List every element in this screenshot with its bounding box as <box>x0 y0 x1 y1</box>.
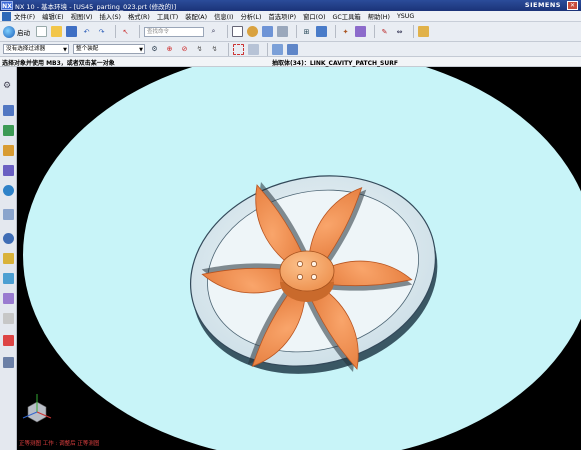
toolbar-separator <box>115 25 116 38</box>
render-style-icon[interactable] <box>247 26 258 37</box>
cue-line: 选择对象并使用 MB3，或者双击某一对象 抽取体(34)：LINK_CAVITY… <box>0 57 581 67</box>
toolbar-separator <box>227 25 228 38</box>
close-icon[interactable]: ✕ <box>567 1 578 10</box>
selection-toolbar: 没有选择过滤器 ▼ 整个装配 ▼ ⚙ ⊕ ⊘ ↯ ↯ <box>0 42 581 57</box>
system-materials-icon[interactable] <box>3 233 14 244</box>
toolbar-separator <box>374 25 375 38</box>
menu-assemblies[interactable]: 装配(A) <box>185 12 207 21</box>
toolbar-separator <box>267 42 268 56</box>
dimension-icon[interactable]: ⇔ <box>394 26 405 37</box>
start-icon <box>3 25 15 38</box>
menu-file[interactable]: 文件(F) <box>14 12 35 21</box>
roles-list-icon[interactable] <box>3 293 14 304</box>
status-text: 抽取体(34)：LINK_CAVITY_PATCH_SURF <box>272 60 398 67</box>
shaded-box-icon[interactable] <box>277 26 288 37</box>
toolbar-separator <box>335 25 336 38</box>
selection-scope-value: 整个装配 <box>76 46 99 52</box>
component-select-icon[interactable] <box>287 43 298 55</box>
analysis-icon[interactable] <box>355 26 366 37</box>
wcs-triad-icon <box>22 394 52 423</box>
menu-edit[interactable]: 编辑(E) <box>42 12 64 21</box>
menu-insert[interactable]: 插入(S) <box>99 12 121 21</box>
menu-analysis[interactable]: 分析(L) <box>240 12 261 21</box>
assembly-navigator-icon[interactable] <box>3 125 14 136</box>
roles-icon[interactable]: ⚙ <box>3 81 14 92</box>
undo-icon[interactable]: ↶ <box>81 26 92 37</box>
filter-settings-icon[interactable]: ⚙ <box>149 44 160 55</box>
command-finder-input[interactable]: 查找命令 <box>144 26 204 37</box>
save-icon[interactable] <box>66 26 77 37</box>
part-navigator-icon[interactable] <box>3 105 14 116</box>
menu-view[interactable]: 视图(V) <box>71 12 93 21</box>
brand-logo: SIEMENS <box>524 1 561 9</box>
selection-scope-select[interactable]: 整个装配 ▼ <box>73 44 145 54</box>
resource-bar: ⚙ <box>0 67 17 450</box>
new-file-icon[interactable] <box>36 26 47 37</box>
menu-preferences[interactable]: 首选项(P) <box>268 12 296 21</box>
layout-grid-icon[interactable] <box>232 26 243 37</box>
redo-icon[interactable]: ↷ <box>96 26 107 37</box>
hub-hole <box>297 274 303 280</box>
prompt-text: 选择对象并使用 MB3，或者双击某一对象 <box>2 60 115 67</box>
manufacturing-wizards-icon[interactable] <box>3 273 14 284</box>
start-label: 启动 <box>17 28 30 37</box>
toolbar-separator <box>413 25 414 38</box>
menu-bar: 文件(F) 编辑(E) 视图(V) 插入(S) 格式(R) 工具(T) 装配(A… <box>0 11 581 22</box>
hub-hole <box>311 261 317 267</box>
measure-icon[interactable]: ✦ <box>340 26 351 37</box>
orient-icon[interactable] <box>316 26 327 37</box>
ruler-icon[interactable] <box>418 26 429 37</box>
deselect-icon[interactable]: ⊘ <box>179 44 190 55</box>
menu-help[interactable]: 帮助(H) <box>368 12 390 21</box>
hub-hole <box>297 261 303 267</box>
chevron-down-icon: ▼ <box>63 47 67 53</box>
view-cube-icon[interactable] <box>262 26 273 37</box>
point-icon[interactable]: ✎ <box>379 26 390 37</box>
search-icon[interactable]: ⌕ <box>208 26 219 37</box>
toolbar-separator <box>139 25 140 38</box>
type-filter-value: 没有选择过滤器 <box>6 46 46 52</box>
snap-end-icon[interactable]: ↯ <box>209 44 220 55</box>
start-button[interactable]: 启动 <box>3 25 30 38</box>
menu-gc-toolkit[interactable]: GC工具箱 <box>333 12 361 21</box>
menu-tools[interactable]: 工具(T) <box>157 12 178 21</box>
chevron-down-icon: ▼ <box>139 47 143 53</box>
toolbar-separator <box>228 42 229 56</box>
nx-logo: NX <box>1 1 13 10</box>
snap-point-icon[interactable]: ↯ <box>194 44 205 55</box>
palette-icon[interactable] <box>3 335 14 346</box>
title-bar: NX NX 10 - 基本环境 - [US45_parting_023.prt … <box>0 0 581 11</box>
window-title: NX 10 - 基本环境 - [US45_parting_023.prt (修改… <box>15 2 177 11</box>
toolbar-separator <box>296 25 297 38</box>
view-orientation-label: 正等测图 工作 : 调整后 正等测图 <box>19 441 100 447</box>
select-plus-icon[interactable]: ⊕ <box>164 44 175 55</box>
model-view[interactable] <box>17 67 581 450</box>
open-folder-icon[interactable] <box>51 26 62 37</box>
process-studio-icon[interactable] <box>3 253 14 264</box>
history-icon[interactable] <box>3 209 14 220</box>
body-select-icon[interactable] <box>248 43 259 55</box>
system-scenes-icon[interactable] <box>3 313 14 324</box>
snap-icon[interactable]: ⊞ <box>301 26 312 37</box>
constraint-navigator-icon[interactable] <box>3 145 14 156</box>
graphics-window[interactable]: 正等测图 工作 : 调整后 正等测图 <box>17 67 581 450</box>
reuse-library-icon[interactable] <box>3 165 14 176</box>
web-browser-icon[interactable] <box>3 185 14 196</box>
fan-hub[interactable] <box>279 250 335 302</box>
rectangle-select-icon[interactable] <box>233 43 244 55</box>
type-filter-select[interactable]: 没有选择过滤器 ▼ <box>3 44 69 54</box>
menu-information[interactable]: 信息(I) <box>214 12 233 21</box>
standard-toolbar: 启动 ↶ ↷ ↖ 查找命令 ⌕ ⊞ ✦ ✎ ⇔ <box>0 22 581 42</box>
menu-window[interactable]: 窗口(O) <box>303 12 325 21</box>
menu-format[interactable]: 格式(R) <box>128 12 150 21</box>
menu-ysug[interactable]: YSUG <box>397 13 414 20</box>
navigator-icon[interactable] <box>3 357 14 368</box>
select-arrow-icon[interactable]: ↖ <box>120 26 131 37</box>
menu-app-icon[interactable] <box>2 11 11 21</box>
hub-hole <box>311 274 317 280</box>
feature-select-icon[interactable] <box>272 43 283 55</box>
